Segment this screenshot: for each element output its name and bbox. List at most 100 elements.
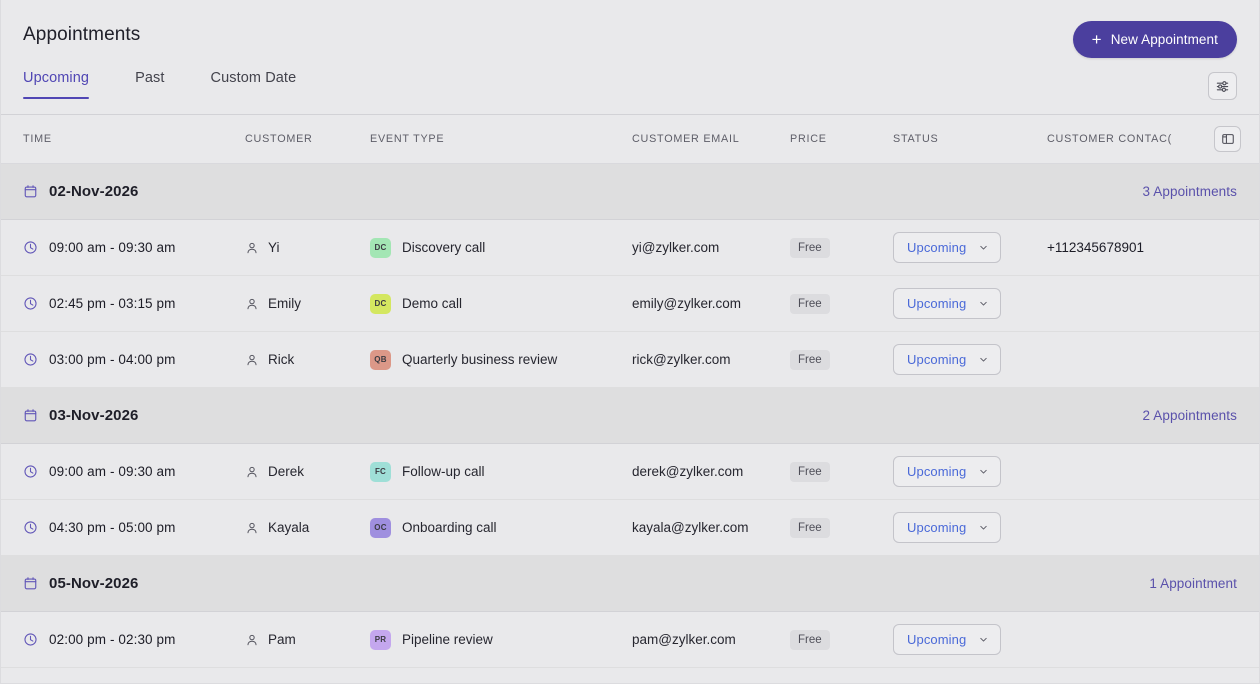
customer-name: Kayala [268,520,310,535]
chevron-down-icon [978,522,989,533]
status-value: Upcoming [907,240,967,255]
cell-time: 09:00 am - 09:30 am [23,240,245,255]
cell-event-type: FC Follow-up call [370,461,632,482]
customer-name: Rick [268,352,295,367]
cell-time: 04:30 pm - 05:00 pm [23,520,245,535]
price-badge: Free [790,629,830,650]
column-settings-button[interactable] [1214,126,1241,152]
cell-price: Free [790,293,893,314]
clock-icon [23,352,38,367]
price-badge: Free [790,349,830,370]
appointments-page: Appointments + New Appointment Upcoming … [0,0,1260,684]
date-group-date: 03-Nov-2026 [49,407,139,424]
cell-status: Upcoming [893,456,1047,487]
column-layout-icon [1221,132,1235,146]
cell-customer: Kayala [245,520,370,535]
price-badge: Free [790,293,830,314]
cell-customer: Emily [245,296,370,311]
time-value: 03:00 pm - 04:00 pm [49,352,176,367]
tab-upcoming[interactable]: Upcoming [23,70,109,99]
status-value: Upcoming [907,296,967,311]
person-icon [245,465,259,479]
event-type-label: Quarterly business review [402,352,558,367]
tab-past[interactable]: Past [135,70,184,99]
chevron-down-icon [978,634,989,645]
cell-time: 03:00 pm - 04:00 pm [23,352,245,367]
cell-customer-email: derek@zylker.com [632,464,744,479]
status-dropdown[interactable]: Upcoming [893,344,1002,375]
status-dropdown[interactable]: Upcoming [893,232,1002,263]
cell-price: Free [790,237,893,258]
table-row[interactable]: 03:00 pm - 04:00 pm Rick QB Quarterly busin… [1,332,1259,388]
cell-customer-email: rick@zylker.com [632,352,731,367]
time-value: 09:00 am - 09:30 am [49,240,176,255]
customer-name: Derek [268,464,305,479]
time-value: 09:00 am - 09:30 am [49,464,176,479]
event-type-label: Pipeline review [402,632,493,647]
table-row[interactable]: 02:00 pm - 02:30 pm Pam PR Pipeline review p… [1,612,1259,668]
tab-custom-date[interactable]: Custom Date [211,70,317,99]
person-icon [245,297,259,311]
cell-price: Free [790,461,893,482]
cell-customer: Pam [245,632,370,647]
page-header: Appointments + New Appointment [1,0,1259,70]
cell-price: Free [790,629,893,650]
chevron-down-icon [978,298,989,309]
new-appointment-button[interactable]: + New Appointment [1072,21,1237,58]
event-type-badge: PR [370,629,391,650]
column-header-status: STATUS [893,133,939,145]
status-dropdown[interactable]: Upcoming [893,288,1002,319]
date-group-count: 2 Appointments [1142,408,1237,423]
cell-customer-email: emily@zylker.com [632,296,741,311]
customer-name: Pam [268,632,296,647]
cell-event-type: DC Discovery call [370,237,632,258]
date-group-label: 02-Nov-2026 [23,183,138,200]
event-type-label: Follow-up call [402,464,485,479]
event-type-label: Demo call [402,296,463,311]
status-dropdown[interactable]: Upcoming [893,624,1002,655]
tab-bar: Upcoming Past Custom Date [1,70,1259,115]
date-group-label: 03-Nov-2026 [23,407,138,424]
cell-status: Upcoming [893,344,1047,375]
status-dropdown[interactable]: Upcoming [893,512,1002,543]
filter-button[interactable] [1208,72,1237,100]
cell-customer-contact: +112345678901 [1047,240,1144,255]
column-header-customer-email: CUSTOMER EMAIL [632,133,740,145]
calendar-icon [23,408,38,423]
cell-time: 02:45 pm - 03:15 pm [23,296,245,311]
chevron-down-icon [978,466,989,477]
cell-time: 09:00 am - 09:30 am [23,464,245,479]
status-value: Upcoming [907,632,967,647]
cell-status: Upcoming [893,512,1047,543]
cell-price: Free [790,517,893,538]
clock-icon [23,296,38,311]
date-group-label: 05-Nov-2026 [23,575,138,592]
table-row[interactable]: 04:30 pm - 05:00 pm Kayala OC Onboarding ca… [1,500,1259,556]
column-header-customer-contact: CUSTOMER CONTAC( [1047,133,1172,145]
price-badge: Free [790,237,830,258]
customer-name: Emily [268,296,301,311]
cell-event-type: QB Quarterly business review [370,349,632,370]
column-header-event-type: EVENT TYPE [370,133,445,145]
status-value: Upcoming [907,464,967,479]
event-type-badge: DC [370,237,391,258]
date-group-header: 02-Nov-2026 3 Appointments [1,164,1259,220]
price-badge: Free [790,517,830,538]
table-row[interactable]: 09:00 am - 09:30 am Derek FC Follow-up call… [1,444,1259,500]
date-group-count: 1 Appointment [1149,576,1237,591]
event-type-badge: OC [370,517,391,538]
column-header-customer: CUSTOMER [245,133,313,145]
table-row[interactable]: 02:45 pm - 03:15 pm Emily DC Demo call emily… [1,276,1259,332]
new-appointment-label: New Appointment [1110,32,1218,47]
date-group-header: 05-Nov-2026 1 Appointment [1,556,1259,612]
calendar-icon [23,576,38,591]
cell-time: 02:00 pm - 02:30 pm [23,632,245,647]
status-dropdown[interactable]: Upcoming [893,456,1002,487]
table-row[interactable]: 09:00 am - 09:30 am Yi DC Discovery call yi@… [1,220,1259,276]
cell-customer: Rick [245,352,370,367]
date-group-count: 3 Appointments [1142,184,1237,199]
date-group-date: 02-Nov-2026 [49,183,139,200]
time-value: 02:45 pm - 03:15 pm [49,296,176,311]
price-badge: Free [790,461,830,482]
cell-customer-email: pam@zylker.com [632,632,736,647]
